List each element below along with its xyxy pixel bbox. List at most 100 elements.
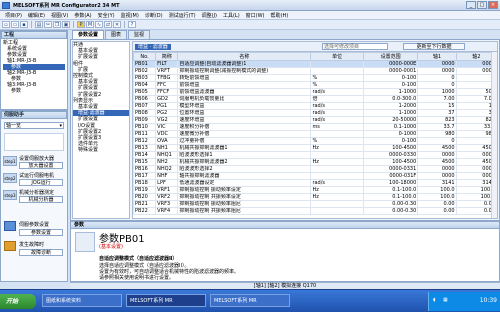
table-row[interactable]: PB04FFC前馈增益%0-10000 — [133, 81, 497, 89]
table-cell[interactable]: 1000 — [417, 88, 457, 96]
table-row[interactable]: PB14 NHQ1 陷波波形选择1 0000-0330 0000 0000 — [133, 151, 497, 159]
menu-tools[interactable]: 工具(L) — [220, 12, 243, 19]
tab-monitor[interactable]: 监视 — [128, 30, 151, 39]
table-row[interactable]: PB20 VRF2 抑制振动控制 共振频率设定 Hz 0.1-100.0 100.0 100… — [133, 193, 497, 201]
table-row[interactable]: PB18 LPF 低通滤波器设定 rad/s 100-18000 3141 3141 — [133, 179, 497, 187]
table-row[interactable]: PB07PG1模型环增益rad/s1-20001516 — [133, 102, 497, 110]
table-cell[interactable]: 100.0 — [417, 186, 457, 194]
menu-help[interactable]: 帮助(H) — [268, 12, 292, 19]
save-icon[interactable]: ▪ — [20, 21, 28, 28]
table-cell[interactable]: 980 — [417, 130, 457, 138]
table-row[interactable]: PB01 FILT 自适应调整(自动滤波器调整)1 0000-000E 0000 0000 — [133, 60, 497, 68]
column-header[interactable]: 单位 — [310, 52, 364, 61]
table-cell[interactable]: 823 — [417, 116, 457, 124]
table-row[interactable]: PB06 GD2 伺服电机负载惯量比倍 0.0-300.0 7.00 7.00 — [133, 95, 497, 103]
menu-edit[interactable]: 编辑(E) — [25, 12, 48, 19]
column-header[interactable]: 名称 — [177, 52, 312, 61]
connect-icon[interactable]: ⇄ — [104, 21, 112, 28]
table-row[interactable]: PB19 VRF1 抑制振动控制 振动频率设定 Hz 0.1-100.0 100.0 100… — [133, 186, 497, 194]
category-item[interactable]: 特殊设置 — [73, 147, 129, 153]
table-cell[interactable]: 0000 — [417, 165, 457, 173]
fault-diagnosis-button[interactable]: 故障诊断 — [19, 249, 63, 256]
table-row[interactable]: PB17 NHF 轴共振抑制滤波器 0000-031F 0000 0000 — [133, 172, 497, 180]
table-cell[interactable]: 0 — [417, 81, 457, 89]
table-row[interactable]: PB11VDC速度微分补偿0-1000980980 — [133, 130, 497, 138]
table-cell[interactable]: 33.7 — [417, 123, 457, 131]
table-row[interactable]: PB16 NHQ2 陷波波形选择2 0000-0331 0000 0000 — [133, 165, 497, 173]
copy-icon[interactable]: ❐ — [53, 21, 61, 28]
tab-graph[interactable]: 图表 — [105, 30, 128, 39]
table-row[interactable]: PB12OVA过冲量补偿%0-10000 — [133, 137, 497, 145]
table-cell[interactable]: 0 — [417, 137, 457, 145]
table-row[interactable]: PB13 NH1 机械共振抑制滤波器1 Hz 100-4500 4500 4500 — [133, 144, 497, 152]
minimize-button[interactable]: _ — [466, 1, 476, 9]
table-cell[interactable]: 7.00 — [417, 95, 457, 103]
menu-adjust[interactable]: 调整(J) — [199, 12, 220, 19]
menu-monitor[interactable]: 监视(M) — [118, 12, 142, 19]
menu-test-run[interactable]: 测试运行(T) — [166, 12, 199, 19]
table-cell[interactable]: 0.00 — [417, 207, 457, 215]
column-header[interactable]: 简称 — [155, 52, 179, 61]
print-icon[interactable]: ▤ — [35, 21, 43, 28]
tree-item[interactable]: 参数 — [3, 88, 65, 94]
apply-button[interactable]: 更新至下行数据 — [403, 43, 465, 50]
table-row[interactable]: PB22 VRF4 抑制振动控制 共振频率阻尼 0.00-0.30 0.00 0.00 — [133, 207, 497, 215]
table-row[interactable]: PB02 VRFT 抑制振动控制调整(减振控制模式的调整) 0000-0001 0000… — [133, 67, 497, 75]
table-row[interactable]: PB09VG2速度环增益rad/s20-50000823823 — [133, 116, 497, 124]
graph-icon[interactable]: ∿ — [95, 21, 103, 28]
column-header[interactable]: No. — [133, 52, 157, 61]
taskbar-item[interactable]: 图纸和系统资料 — [42, 294, 122, 307]
menu-window[interactable]: 窗口(W) — [243, 12, 268, 19]
help-icon[interactable]: ? — [128, 21, 136, 28]
table-cell[interactable]: 4500 — [417, 144, 457, 152]
column-header[interactable]: 设置范围 — [362, 52, 419, 61]
disconnect-icon[interactable]: ✕ — [113, 21, 121, 28]
volume-icon[interactable]: ◖ — [433, 297, 436, 303]
new-icon[interactable]: ▫ — [2, 21, 10, 28]
table-row[interactable]: PB08PG2位置环增益rad/s1-10003737 — [133, 109, 497, 117]
table-cell[interactable]: 0.00 — [417, 200, 457, 208]
maximize-button[interactable]: □ — [477, 1, 487, 9]
cut-icon[interactable]: ✂ — [44, 21, 52, 28]
menu-project[interactable]: 项目(P) — [2, 12, 25, 19]
network-icon[interactable]: ▦ — [443, 297, 448, 303]
table-cell[interactable]: 15 — [417, 102, 457, 110]
menu-parameter[interactable]: 参数(A) — [71, 12, 94, 19]
axis-dropdown[interactable]: 轴一览 ▾ — [4, 122, 64, 129]
parameter-table: No. 简称 名称 单位 设置范围 轴1 轴2 PB01 FILT 自适应调整(自动… — [133, 52, 497, 215]
menu-safety[interactable]: 安全(Y) — [95, 12, 118, 19]
open-icon[interactable]: ▭ — [11, 21, 19, 28]
table-cell[interactable]: 0000 — [417, 60, 457, 68]
assistant-header: 伺服助手 — [1, 111, 67, 119]
parameter-setting-button[interactable]: 参数设置 — [19, 229, 63, 236]
parameter-icon[interactable]: P — [77, 21, 85, 28]
table-cell[interactable]: 0000 — [417, 172, 457, 180]
taskbar-item[interactable]: MELSOFT系列 MR — [126, 294, 206, 307]
table-cell[interactable]: 37 — [417, 109, 457, 117]
jog-run-button[interactable]: JOG运行 — [19, 179, 63, 186]
monitor-icon[interactable]: M — [86, 21, 94, 28]
table-row[interactable]: PB15 NH2 机械共振抑制滤波器2 Hz 100-4500 4500 4500 — [133, 158, 497, 166]
table-row[interactable]: PB21 VRF3 抑制振动控制 振动频率阻尼 0.00-0.30 0.00 0.00 — [133, 200, 497, 208]
table-cell[interactable]: 0000 — [417, 151, 457, 159]
table-cell[interactable]: 3141 — [417, 179, 457, 187]
menu-view[interactable]: 视图(V) — [48, 12, 71, 19]
close-button[interactable]: × — [488, 1, 498, 9]
column-header[interactable]: 轴1 — [417, 52, 457, 61]
search-input[interactable]: 选择可修改项目 — [322, 43, 388, 50]
table-row[interactable]: PB03TFBG转矩前馈增益%0-10000 — [133, 74, 497, 82]
vertical-scrollbar[interactable] — [491, 52, 497, 218]
menu-diagnosis[interactable]: 诊断(D) — [142, 12, 166, 19]
table-row[interactable]: PB10 VIC 速度积分补偿 ms 0.1-1000 33.7 33.7 — [133, 123, 497, 131]
table-cell[interactable]: 4500 — [417, 158, 457, 166]
amp-setting-button[interactable]: 放大器设置 — [19, 162, 63, 169]
table-cell[interactable]: 0000 — [417, 67, 457, 75]
table-cell[interactable]: 100.0 — [417, 193, 457, 201]
start-button[interactable]: 开始 — [0, 294, 36, 309]
taskbar-item[interactable]: MELSOFT系列 MR — [210, 294, 290, 307]
machine-analyzer-button[interactable]: 机械分析器 — [19, 196, 63, 203]
paste-icon[interactable]: ▣ — [62, 21, 70, 28]
tab-parameter-setting[interactable]: 参数设置 — [72, 30, 105, 39]
table-cell[interactable]: 0 — [417, 74, 457, 82]
table-row[interactable]: PB05FFCF前馈增益滤波器rad/s1-10001000500 — [133, 88, 497, 96]
